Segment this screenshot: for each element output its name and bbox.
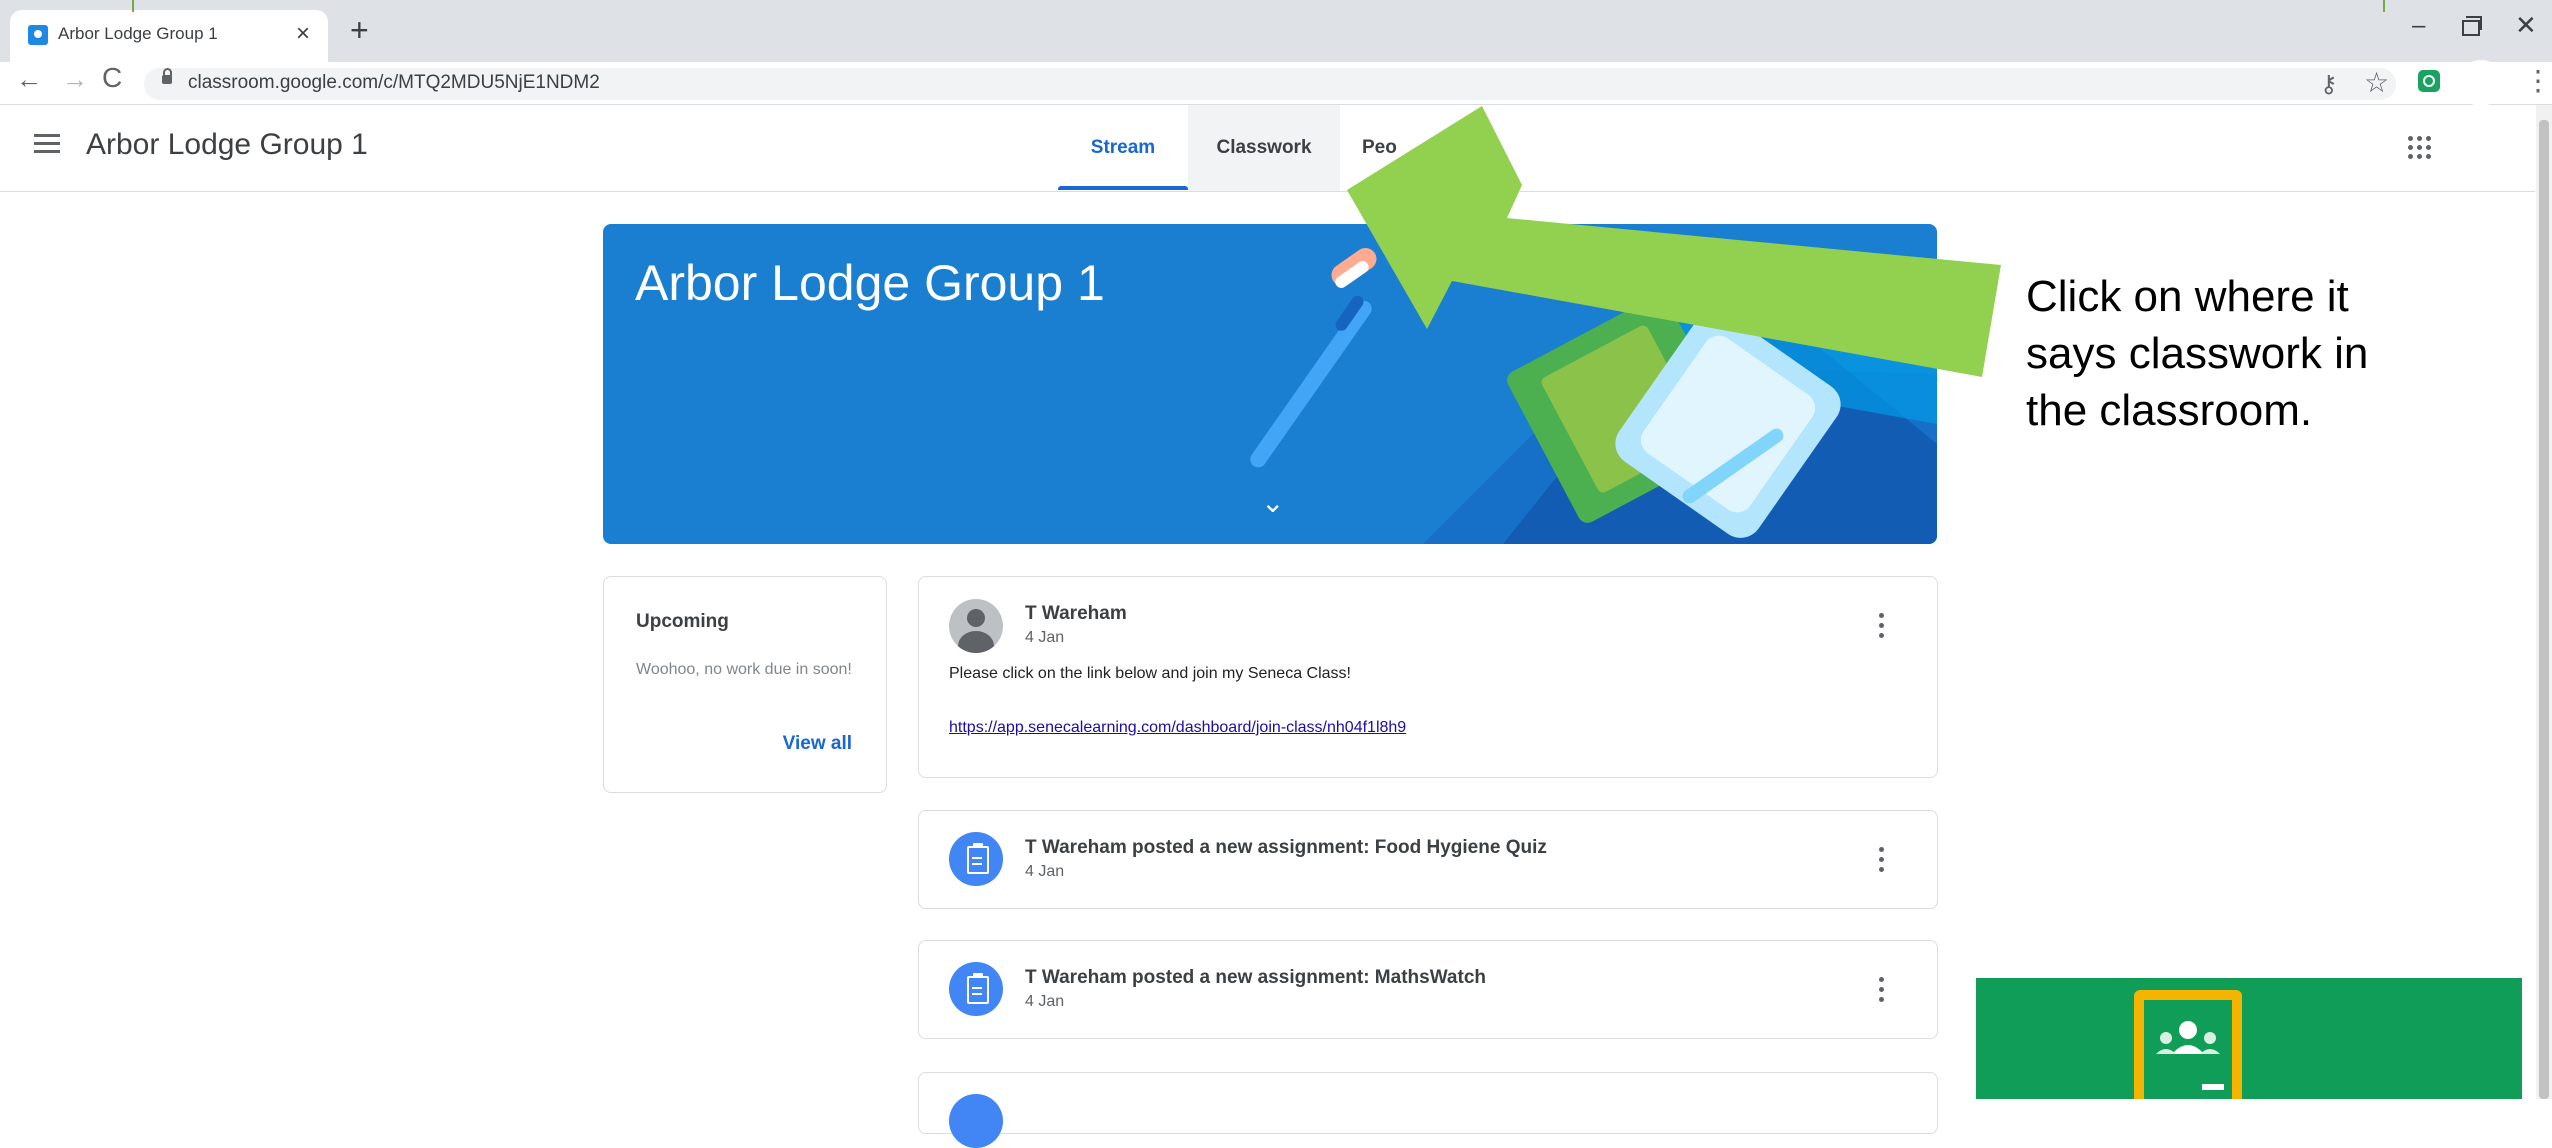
more-options-icon[interactable] xyxy=(1879,613,1885,639)
post-title: T Wareham posted a new assignment: Food … xyxy=(1025,837,1547,858)
browser-tab[interactable]: Arbor Lodge Group 1 × xyxy=(10,10,328,62)
class-banner: Arbor Lodge Group 1 ⌄ xyxy=(603,224,1937,544)
reload-icon[interactable]: C xyxy=(102,62,122,94)
window-close-icon[interactable]: ✕ xyxy=(2515,10,2537,41)
post-date: 4 Jan xyxy=(1025,629,1065,646)
lock-icon[interactable] xyxy=(162,68,172,84)
seneca-link[interactable]: https://app.senecalearning.com/dashboard… xyxy=(949,719,1406,737)
more-options-icon[interactable] xyxy=(1879,977,1885,1003)
chrome-menu-icon[interactable]: ⋮ xyxy=(2524,64,2552,97)
assignment-post[interactable]: T Wareham posted a new assignment: Maths… xyxy=(918,940,1938,1039)
google-apps-icon[interactable] xyxy=(2408,136,2432,160)
annotation-caption: Click on where it says classwork in the … xyxy=(2026,272,2369,435)
profile-avatar[interactable] xyxy=(2458,60,2504,106)
assignment-icon xyxy=(949,832,1003,886)
tab-title: Arbor Lodge Group 1 xyxy=(58,24,218,43)
tab-close-icon[interactable]: × xyxy=(296,20,310,48)
assignment-post[interactable]: T Wareham posted a new assignment: Food … xyxy=(918,810,1938,909)
post-author: T Wareham xyxy=(1025,603,1127,624)
url-text[interactable]: classroom.google.com/c/MTQ2MDU5NjE1NDM2 xyxy=(188,72,600,94)
post-text: Please click on the link below and join … xyxy=(949,665,1351,682)
upcoming-title: Upcoming xyxy=(636,611,729,632)
post-date: 4 Jan xyxy=(1025,993,1065,1010)
restore-icon[interactable] xyxy=(2462,16,2482,36)
star-icon[interactable]: ☆ xyxy=(2364,66,2389,99)
assignment-icon xyxy=(949,962,1003,1016)
stream-post[interactable]: T Wareham 4 Jan Please click on the link… xyxy=(918,576,1938,778)
back-arrow-icon[interactable]: ← xyxy=(16,64,42,95)
hamburger-menu-icon[interactable] xyxy=(34,134,60,154)
browser-tab-strip xyxy=(0,0,2552,62)
avatar xyxy=(949,599,1003,653)
more-options-icon[interactable] xyxy=(1879,847,1885,873)
post-title: T Wareham posted a new assignment: Maths… xyxy=(1025,967,1487,988)
tab-people[interactable]: Peo xyxy=(1362,105,1482,191)
upcoming-card: Upcoming Woohoo, no work due in soon! Vi… xyxy=(603,576,887,793)
forward-arrow-icon[interactable]: → xyxy=(62,64,88,95)
key-icon[interactable]: ⚷ xyxy=(2320,70,2338,99)
classroom-board-icon xyxy=(2134,990,2242,1099)
people-icon xyxy=(2156,1021,2224,1090)
post-date: 4 Jan xyxy=(1025,863,1065,880)
view-all-link[interactable]: View all xyxy=(783,733,852,755)
tab-classwork[interactable]: Classwork xyxy=(1188,105,1340,191)
minimize-icon[interactable]: – xyxy=(2412,12,2425,40)
chevron-down-icon[interactable]: ⌄ xyxy=(1261,486,1284,519)
new-tab-button[interactable]: + xyxy=(350,14,369,46)
classroom-favicon-icon xyxy=(28,25,48,45)
assignment-icon xyxy=(949,1094,1003,1148)
upcoming-empty-text: Woohoo, no work due in soon! xyxy=(636,661,852,678)
class-title: Arbor Lodge Group 1 xyxy=(86,128,368,161)
extension-icon[interactable] xyxy=(2418,70,2440,92)
assignment-post[interactable] xyxy=(918,1072,1938,1148)
active-tab-indicator xyxy=(1058,186,1188,190)
scrollbar-thumb[interactable] xyxy=(2539,120,2549,1099)
banner-title: Arbor Lodge Group 1 xyxy=(635,255,1105,311)
google-classroom-logo xyxy=(1976,978,2522,1099)
tab-stream[interactable]: Stream xyxy=(1058,105,1188,191)
